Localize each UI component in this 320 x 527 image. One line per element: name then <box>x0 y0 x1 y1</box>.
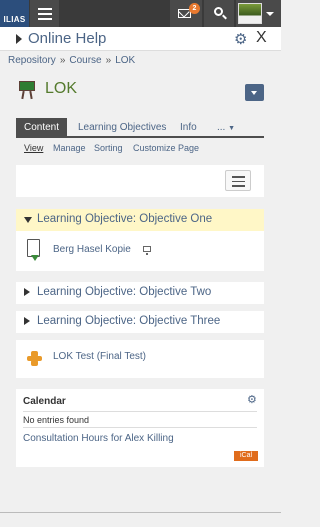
search-button[interactable] <box>204 0 234 27</box>
subtab-customize-page[interactable]: Customize Page <box>133 143 199 153</box>
calendar-panel: Calendar ⚙ No entries found Consultation… <box>16 389 264 467</box>
close-help-button[interactable]: X <box>256 29 267 47</box>
mail-button[interactable]: 2 <box>170 0 202 27</box>
chevron-down-icon <box>266 12 274 16</box>
monitor-icon <box>143 246 151 255</box>
ical-button[interactable]: iCal <box>234 451 258 461</box>
objective-two-title[interactable]: Learning Objective: Objective Two <box>37 286 211 298</box>
breadcrumb-lok[interactable]: LOK <box>115 55 135 66</box>
page-title: LOK <box>45 80 78 97</box>
caret-down-icon <box>24 217 32 223</box>
download-arrow-icon <box>31 255 39 261</box>
breadcrumb-repository[interactable]: Repository <box>8 55 56 66</box>
caret-down-icon: ▼ <box>228 125 236 132</box>
user-menu-button[interactable] <box>236 0 281 27</box>
main-menu-button[interactable] <box>30 0 59 27</box>
content-menu-button[interactable] <box>225 170 251 191</box>
breadcrumb-course[interactable]: Course <box>69 55 101 66</box>
objective-one-header[interactable]: Learning Objective: Objective One <box>16 209 264 231</box>
puzzle-icon <box>27 351 42 366</box>
tab-bar: Content Learning Objectives Info ... ▼ <box>16 118 264 138</box>
objective-one-title[interactable]: Learning Objective: Objective One <box>37 213 212 225</box>
hamburger-icon <box>232 176 245 178</box>
content-toolbar <box>16 165 264 197</box>
subtab-manage[interactable]: Manage <box>53 143 86 153</box>
online-help-title[interactable]: Online Help <box>28 30 106 47</box>
objective-three-title[interactable]: Learning Objective: Objective Three <box>37 315 220 327</box>
caret-right-icon[interactable] <box>16 34 22 44</box>
tab-learning-objectives[interactable]: Learning Objectives <box>78 118 166 137</box>
calendar-title: Calendar <box>23 396 66 407</box>
mail-count-badge: 2 <box>189 3 200 14</box>
tab-content[interactable]: Content <box>16 118 68 137</box>
actions-dropdown-button[interactable] <box>245 84 264 101</box>
avatar <box>238 3 262 24</box>
objective-three-row[interactable]: Learning Objective: Objective Three <box>16 311 264 333</box>
subtab-view[interactable]: View <box>24 143 43 153</box>
breadcrumb: Repository» Course» LOK <box>8 55 136 66</box>
caret-right-icon <box>24 288 30 296</box>
gear-icon[interactable]: ⚙ <box>247 393 257 406</box>
tab-more[interactable]: ... ▼ <box>217 118 235 137</box>
calendar-empty-text: No entries found <box>23 415 90 425</box>
final-test-panel: LOK Test (Final Test) <box>16 340 264 378</box>
file-link[interactable]: Berg Hasel Kopie <box>53 244 131 255</box>
gear-icon[interactable]: ⚙ <box>234 30 247 48</box>
online-help-bar: Online Help ⚙ X <box>0 27 281 51</box>
tab-info[interactable]: Info <box>180 118 197 137</box>
ilias-logo[interactable]: ILIAS <box>0 0 29 27</box>
final-test-link[interactable]: LOK Test (Final Test) <box>53 351 146 362</box>
consultation-hours-link[interactable]: Consultation Hours for Alex Killing <box>23 433 174 444</box>
top-bar: ILIAS 2 <box>0 0 281 27</box>
objective-two-row[interactable]: Learning Objective: Objective Two <box>16 282 264 304</box>
learning-module-icon <box>19 81 35 100</box>
objective-one-content: Berg Hasel Kopie <box>16 231 264 271</box>
caret-right-icon <box>24 317 30 325</box>
subtab-sorting[interactable]: Sorting <box>94 143 123 153</box>
hamburger-icon <box>38 8 52 10</box>
